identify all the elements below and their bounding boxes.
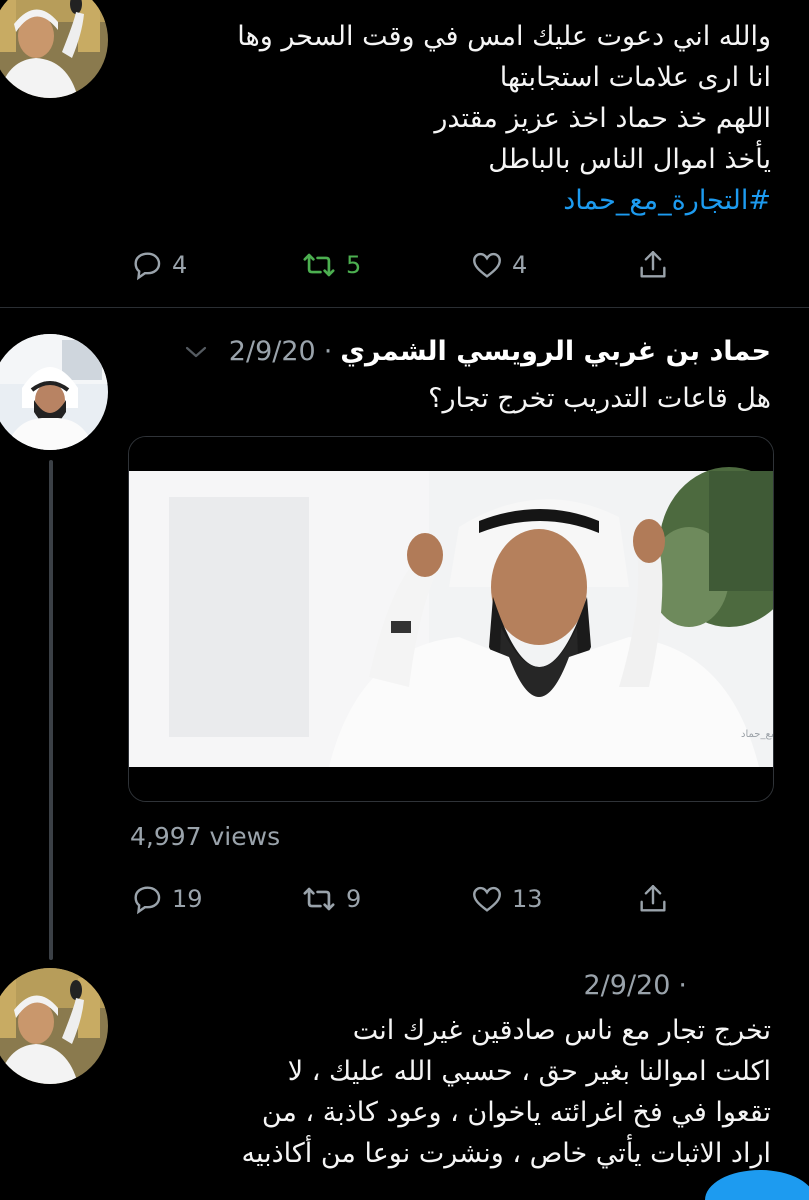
tweet-text-line: والله اني دعوت عليك امس في وقت السحر وها (237, 21, 771, 52)
tweet-1[interactable]: والله اني دعوت عليك امس في وقت السحر وها… (0, 0, 809, 305)
reply-button[interactable]: 4 (130, 248, 187, 282)
compose-button[interactable] (705, 1170, 809, 1200)
tweet-actions: 4 5 4 (0, 248, 809, 288)
video-thumbnail: #التجارة_مع_حماد (129, 437, 773, 801)
heart-icon (473, 252, 501, 278)
retweet-button[interactable]: 5 (300, 248, 361, 282)
share-icon (640, 251, 666, 278)
like-button[interactable]: 13 (470, 882, 543, 916)
heart-icon (473, 886, 501, 912)
share-button[interactable] (636, 248, 670, 282)
tweet-text-line: تخرج تجار مع ناس صادقين غيرك انت (352, 1015, 771, 1046)
reply-count: 19 (172, 885, 203, 913)
separator-dot: · (323, 336, 333, 367)
retweet-count: 9 (346, 885, 362, 913)
view-count: 4,997 views (130, 822, 281, 851)
reply-icon (134, 252, 161, 281)
retweet-icon (303, 887, 335, 911)
hashtag-link[interactable]: #التجارة_مع_حماد (237, 180, 771, 221)
tweet-text-line: تقعوا في فخ اغرائته ياخوان ، وعود كاذبة … (261, 1097, 771, 1128)
tweet-2[interactable]: 2/9/20 · حماد بن غربي الرويسي الشمري هل … (0, 308, 809, 960)
tweet-text-line: اللهم خذ حماد اخذ عزيز مقتدر (434, 103, 771, 134)
share-icon (640, 885, 666, 912)
retweet-icon (303, 253, 335, 277)
tweet-3[interactable]: 2/9/20 · تخرج تجار مع ناس صادقين غيرك ان… (0, 958, 809, 1200)
like-count: 13 (512, 885, 543, 913)
video-watermark: #التجارة_مع_حماد (741, 729, 773, 740)
reply-count: 4 (172, 251, 188, 279)
tweet-text-line: اكلت اموالنا بغير حق ، حسبي الله عليك ، … (287, 1056, 771, 1087)
tweet-text: هل قاعات التدريب تخرج تجار؟ (428, 378, 771, 419)
tweet-date[interactable]: 2/9/20 (229, 334, 316, 370)
retweet-button[interactable]: 9 (300, 882, 361, 916)
avatar[interactable] (0, 968, 108, 1084)
video-player[interactable]: #التجارة_مع_حماد (128, 436, 774, 802)
tweet-header: 2/9/20 · حماد بن غربي الرويسي الشمري (183, 334, 771, 370)
tweet-text-line: هل قاعات التدريب تخرج تجار؟ (428, 383, 771, 414)
avatar[interactable] (0, 334, 108, 450)
display-name[interactable]: حماد بن غربي الرويسي الشمري (340, 334, 771, 370)
like-button[interactable]: 4 (470, 248, 527, 282)
like-count: 4 (512, 251, 528, 279)
tweet-text: والله اني دعوت عليك امس في وقت السحر وها… (237, 16, 771, 221)
retweet-count: 5 (346, 251, 362, 279)
reply-icon (134, 886, 161, 915)
share-button[interactable] (636, 882, 670, 916)
tweet-text-line: انا ارى علامات استجابتها (499, 62, 771, 93)
tweet-text: تخرج تجار مع ناس صادقين غيرك انت اكلت ام… (242, 1010, 771, 1174)
avatar-photo (0, 968, 108, 1084)
avatar-photo (0, 334, 108, 450)
timeline: والله اني دعوت عليك امس في وقت السحر وها… (0, 0, 809, 1200)
tweet-text-line: اراد الاثبات يأتي خاص ، ونشرت نوعا من أك… (241, 1138, 771, 1169)
tweet-actions: 19 9 13 (0, 882, 809, 922)
chevron-down-icon[interactable] (183, 343, 209, 361)
tweet-header: 2/9/20 · (584, 968, 696, 1004)
tweet-date[interactable]: 2/9/20 (584, 968, 671, 1004)
avatar[interactable] (0, 0, 108, 98)
reply-button[interactable]: 19 (130, 882, 203, 916)
avatar-photo (0, 0, 108, 98)
tweet-text-line: يأخذ اموال الناس بالباطل (488, 144, 771, 175)
separator-dot: · (678, 970, 687, 1001)
